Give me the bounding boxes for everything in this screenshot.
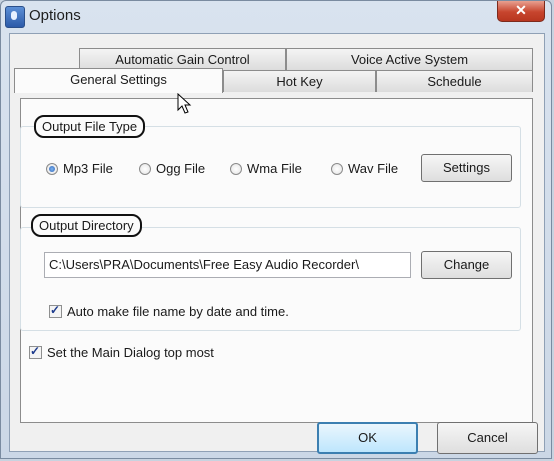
- radio-label: Ogg File: [156, 161, 206, 176]
- checkbox-checked: [29, 344, 42, 359]
- output-directory-title: Output Directory: [31, 214, 142, 237]
- radio-mp3[interactable]: Mp3 File: [46, 161, 113, 176]
- radio-button: [331, 162, 343, 175]
- radio-ogg[interactable]: Ogg File: [139, 161, 205, 176]
- tab-label: General Settings: [70, 72, 167, 87]
- change-button[interactable]: Change: [421, 251, 512, 279]
- title-bar[interactable]: Options ✕: [1, 1, 551, 33]
- topmost-checkbox[interactable]: Set the Main Dialog top most: [29, 344, 214, 360]
- window-title: Options: [29, 7, 81, 24]
- radio-wav[interactable]: Wav File: [331, 161, 398, 176]
- tab-hot-key[interactable]: Hot Key: [223, 70, 376, 92]
- auto-name-checkbox[interactable]: Auto make file name by date and time.: [49, 303, 289, 319]
- radio-button: [230, 162, 242, 175]
- tab-voice-active-system[interactable]: Voice Active System: [286, 48, 533, 70]
- close-button[interactable]: ✕: [497, 1, 545, 22]
- tab-label: Automatic Gain Control: [115, 52, 250, 67]
- radio-label: Mp3 File: [63, 161, 113, 176]
- cancel-button[interactable]: Cancel: [437, 422, 538, 454]
- close-icon: ✕: [515, 2, 527, 18]
- settings-button[interactable]: Settings: [421, 154, 512, 182]
- radio-button: [139, 162, 151, 175]
- tab-label: Schedule: [427, 74, 482, 89]
- checkbox-checked: [49, 303, 62, 318]
- output-file-type-title: Output File Type: [34, 115, 146, 138]
- tab-schedule[interactable]: Schedule: [376, 70, 533, 92]
- options-window: Options ✕ Automatic Gain Control Voice A…: [0, 0, 552, 459]
- app-icon: [5, 6, 25, 28]
- tab-label: Hot Key: [276, 74, 323, 89]
- tab-automatic-gain-control[interactable]: Automatic Gain Control: [79, 48, 286, 70]
- tab-general-settings[interactable]: General Settings: [14, 68, 223, 93]
- radio-label: Wma File: [247, 161, 302, 176]
- checkbox-label: Auto make file name by date and time.: [67, 304, 289, 319]
- radio-wma[interactable]: Wma File: [230, 161, 302, 176]
- tab-label: Voice Active System: [350, 52, 469, 67]
- radio-label: Wav File: [348, 161, 399, 176]
- ok-button[interactable]: OK: [317, 422, 418, 454]
- mouse-cursor-icon: [177, 93, 192, 114]
- output-directory-input[interactable]: C:\Users\PRA\Documents\Free Easy Audio R…: [44, 252, 411, 278]
- radio-button-checked: [46, 162, 58, 175]
- checkbox-label: Set the Main Dialog top most: [47, 345, 214, 360]
